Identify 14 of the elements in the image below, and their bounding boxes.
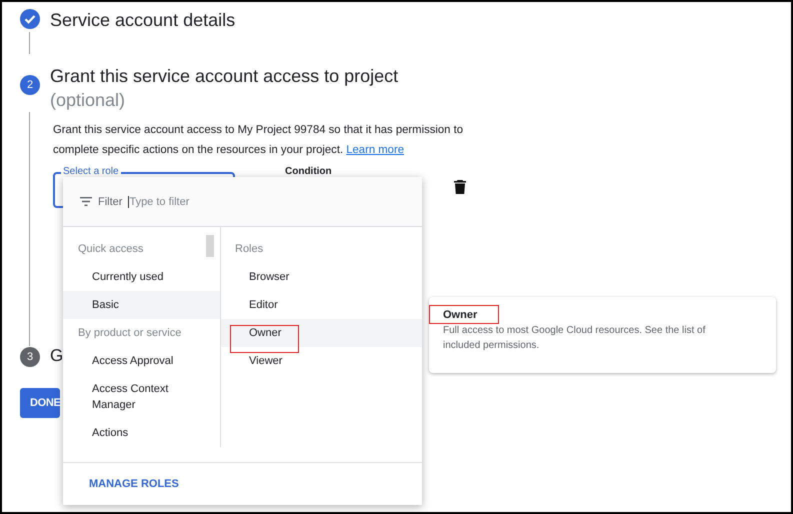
step-number: 2 bbox=[20, 75, 40, 95]
step-title: Grant this service account access to project bbox=[50, 65, 398, 88]
step-number: 3 bbox=[20, 347, 40, 367]
filter-label: Filter bbox=[98, 196, 122, 208]
step-title: G bbox=[50, 345, 64, 367]
group-header: By product or service bbox=[77, 326, 182, 342]
condition-label: Condition bbox=[285, 166, 332, 177]
step-subtitle: (optional) bbox=[50, 89, 126, 112]
role-description: Full access to most Google Cloud resources. See the list of included permissions. bbox=[443, 324, 706, 353]
description-text: Grant this service account access to My Project 99784 so that it has permission to complete specific actions on the resources in your project. Learn more bbox=[53, 123, 464, 158]
role-title: Owner bbox=[443, 308, 478, 323]
group-header: Quick access bbox=[77, 242, 144, 258]
step-title: Service account details bbox=[50, 9, 236, 32]
group-header: Roles bbox=[234, 242, 264, 258]
